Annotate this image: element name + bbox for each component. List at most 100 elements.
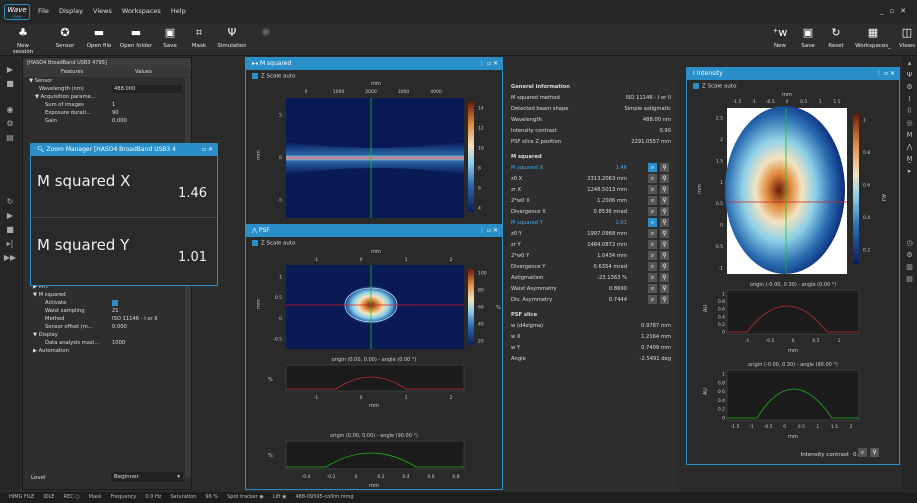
tree-row-sensor-offset[interactable]: Sensor offset (m... 0.000 (29, 323, 183, 331)
camera-icon[interactable]: ◉ (0, 103, 20, 117)
tree-row-sensor[interactable]: ▼ Sensor (29, 77, 191, 85)
zoom-in-icon[interactable]: ⌕ (858, 448, 867, 457)
restore-icon[interactable]: ▫ (890, 7, 901, 15)
zoom-in-icon[interactable]: ⌕ (648, 207, 657, 216)
zoom-pin-icon[interactable]: ⚲ (660, 284, 669, 293)
m-bar-icon[interactable]: M̲ (902, 153, 917, 165)
sensor-offset-field[interactable]: 0.000 (112, 323, 127, 331)
workspaces-button[interactable]: ▦ Workspaces_ (852, 26, 894, 49)
play-icon[interactable]: ▶ (0, 63, 20, 77)
zscale-checkbox[interactable] (252, 73, 258, 79)
zoom-in-icon[interactable]: ⌕ (648, 284, 657, 293)
menu-help[interactable]: Help (171, 7, 186, 15)
zoom-in-icon[interactable]: ⌕ (648, 196, 657, 205)
refresh-icon[interactable]: ↻ (0, 195, 20, 209)
zoom-pin-icon[interactable]: ⚲ (660, 174, 669, 183)
menu-display[interactable]: Display (59, 7, 83, 15)
file-icon[interactable]: ▤ (902, 273, 917, 285)
gear-small-icon[interactable]: ⚙ (902, 249, 917, 261)
close-icon[interactable]: ✕ (208, 146, 213, 153)
close-icon[interactable]: ✕ (493, 227, 498, 234)
stop-icon[interactable]: ■ (0, 77, 20, 91)
tree-row-waist-sampling[interactable]: Waist sampling 21 (29, 307, 183, 315)
sensor-button[interactable]: ✪ Sensor (52, 26, 78, 49)
wavelength-field[interactable]: 488.000 (112, 85, 182, 93)
open-file-button[interactable]: ▬ Open file (84, 26, 114, 49)
zoom-in-icon[interactable]: ⌕ (648, 273, 657, 282)
zoom-in-icon[interactable]: ⌕ (648, 251, 657, 260)
zscale-checkbox[interactable] (252, 240, 258, 246)
tree-row-display[interactable]: ▼ Display (29, 331, 183, 339)
zoom-in-icon[interactable]: ⌕ (648, 229, 657, 238)
waist-sampling-field[interactable]: 21 (112, 307, 119, 315)
arrow-right-icon[interactable]: ▸ (902, 165, 917, 177)
intensity-tool-icon[interactable]: I (902, 93, 917, 105)
activate-checkbox[interactable] (112, 300, 118, 306)
zoom-pin-icon[interactable]: ⚲ (660, 273, 669, 282)
close-icon[interactable]: ✕ (890, 70, 895, 77)
minimize-icon[interactable]: _ (880, 7, 890, 15)
close-icon[interactable]: ✕ (493, 60, 498, 67)
target-icon[interactable]: ◎ (902, 117, 917, 129)
mask-button[interactable]: ⌗ Mask (188, 26, 210, 49)
zoom-pin-icon[interactable]: ⚲ (660, 251, 669, 260)
data-analysis-field[interactable]: 1000 (112, 339, 125, 347)
zoom-in-icon[interactable]: ⌕ (648, 240, 657, 249)
msquared-plot[interactable]: mm 0 1000 2000 3000 4000 14 12 10 8 6 4 5 0 -5 mm (246, 80, 502, 228)
settings-icon[interactable]: ⚙ (0, 117, 20, 131)
zoom-pin-icon[interactable]: ⚲ (660, 218, 669, 227)
tree-row-method[interactable]: Method ISO 11146 - I or II (29, 315, 183, 323)
close-icon[interactable]: ✕ (900, 7, 912, 15)
zoom-pin-icon[interactable]: ⚲ (660, 196, 669, 205)
save-workspace-button[interactable]: ▣ Save (798, 26, 818, 49)
zoom-in-icon[interactable]: ⌕ (648, 262, 657, 271)
views-button[interactable]: ◫ Views (898, 26, 916, 49)
tree-row-gain[interactable]: Gain 0.000 (29, 117, 191, 125)
new-workspace-button[interactable]: ⁺w New (770, 26, 790, 49)
menu-workspaces[interactable]: Workspaces (122, 7, 161, 15)
reset-workspace-button[interactable]: ↻ Reset (826, 26, 846, 49)
simulation-button[interactable]: Ψ Simulation (214, 26, 250, 49)
tree-row-msquared[interactable]: ▼ M squared (29, 291, 183, 299)
gain-field[interactable]: 0.000 (112, 117, 127, 125)
step-icon[interactable]: ▸| (0, 237, 20, 251)
zoom-pin-icon[interactable]: ⚲ (660, 262, 669, 271)
play-small-icon[interactable]: ▶ (0, 209, 20, 223)
intensity-plot[interactable]: mm -1.5 -1 -0.5 0 0.5 1 1.5 10.80.60.40.2 AU 2… (687, 90, 899, 464)
tree-row-wavelength[interactable]: Wavelength (nm) 488.000 (29, 85, 191, 93)
psf-plot[interactable]: mm -1 0 1 2 10080604020 % 10.50-0.5 mm orig… (246, 247, 502, 491)
maximize-icon[interactable]: ▫ (884, 70, 888, 77)
save-button[interactable]: ▣ Save (160, 26, 180, 49)
gear-icon[interactable]: ⚙ (902, 81, 917, 93)
new-session-button[interactable]: ♣ New session (6, 26, 40, 55)
tree-row-sum-images[interactable]: Sum of images 1 (29, 101, 191, 109)
tree-row-exposure[interactable]: Exposure durati... 90 (29, 109, 191, 117)
zoom-in-icon[interactable]: ⌕ (648, 295, 657, 304)
zoom-pin-icon[interactable]: ⚲ (660, 229, 669, 238)
zoom-pin-icon[interactable]: ⚲ (660, 295, 669, 304)
menu-file[interactable]: File (38, 7, 49, 15)
stop-small-icon[interactable]: ■ (0, 223, 20, 237)
fast-forward-icon[interactable]: ▶▶ (0, 251, 20, 265)
maximize-icon[interactable]: ▫ (487, 60, 491, 67)
zoom-in-icon[interactable]: ⌕ (648, 218, 657, 227)
layout-icon[interactable]: ▥ (902, 261, 917, 273)
clock-icon[interactable]: ◷ (902, 237, 917, 249)
level-select[interactable]: Beginner ▾ (111, 472, 183, 482)
chart-icon[interactable]: ⋀ (902, 141, 917, 153)
tree-row-data-analysis[interactable]: Data analysis maxi... 1000 (29, 339, 183, 347)
zoom-pin-icon[interactable]: ⚲ (660, 163, 669, 172)
zoom-in-icon[interactable]: ⌕ (648, 185, 657, 194)
open-folder-button[interactable]: ▬ Open folder (118, 26, 154, 49)
scroll-up-icon[interactable]: ▴ (902, 57, 917, 69)
grid-icon[interactable]: ⠿ (902, 105, 917, 117)
tree-row-activate[interactable]: Activate (29, 299, 183, 307)
m-icon[interactable]: M (902, 129, 917, 141)
menu-views[interactable]: Views (93, 7, 112, 15)
tree-row-acquisition[interactable]: ▼ Acquisition parame... (29, 93, 191, 101)
method-select[interactable]: ISO 11146 - I or II (112, 315, 157, 323)
zscale-checkbox[interactable] (693, 83, 699, 89)
zoom-pin-icon[interactable]: ⚲ (660, 207, 669, 216)
zoom-in-icon[interactable]: ⌕ (648, 174, 657, 183)
psi-icon[interactable]: Ψ (902, 69, 917, 81)
